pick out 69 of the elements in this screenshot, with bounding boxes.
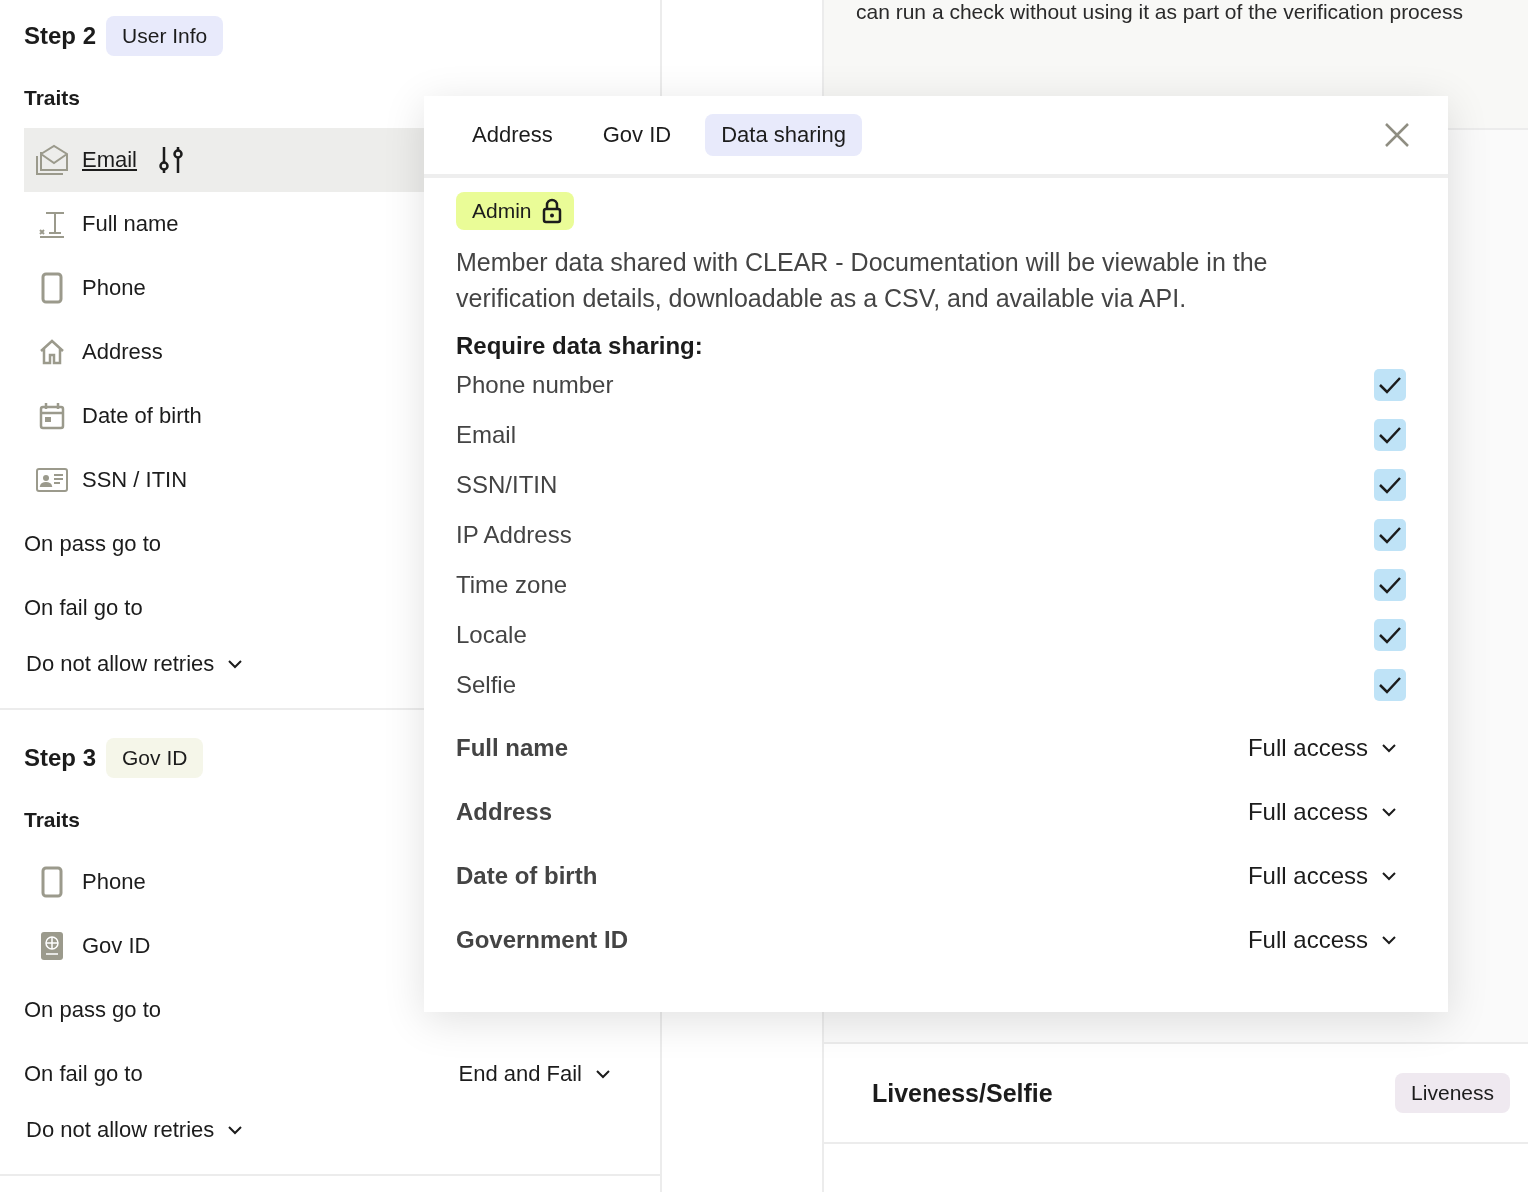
checkbox[interactable] — [1374, 419, 1406, 451]
sliders-icon[interactable] — [157, 145, 185, 175]
checkbox-label: Locale — [456, 621, 527, 649]
calendar-icon — [39, 402, 65, 430]
check-icon — [1379, 676, 1401, 694]
checkbox-label: Selfie — [456, 671, 517, 699]
retries-select[interactable]: Do not allow retries — [24, 640, 245, 688]
flow-label: On pass go to — [24, 997, 161, 1023]
id-card-icon — [36, 468, 68, 492]
house-icon — [38, 339, 66, 365]
field-label: Government ID — [456, 926, 629, 954]
check-card[interactable]: Liveness/Selfie Liveness — [824, 1044, 1528, 1144]
chevron-down-icon — [1382, 935, 1396, 945]
checkbox[interactable] — [1374, 669, 1406, 701]
flow-label: On fail go to — [24, 595, 143, 621]
checkbox[interactable] — [1374, 619, 1406, 651]
check-tag: Liveness — [1395, 1073, 1510, 1113]
step-tag: User Info — [106, 16, 224, 56]
close-button[interactable] — [1384, 122, 1410, 148]
checkbox[interactable] — [1374, 519, 1406, 551]
checkbox-label: Time zone — [456, 571, 568, 599]
description-text: can run a check without using it as part of the verification process — [856, 0, 1464, 24]
check-icon — [1379, 526, 1401, 544]
field-label: Date of birth — [456, 862, 598, 890]
text-icon — [38, 210, 66, 238]
chevron-down-icon — [1382, 807, 1396, 817]
check-icon — [1379, 426, 1401, 444]
access-select[interactable]: Full access — [1245, 862, 1398, 890]
card-title: Liveness/Selfie — [872, 1078, 1053, 1108]
chevron-down-icon — [596, 1069, 610, 1079]
dialog-description: Member data shared with CLEAR - Documentation will be viewable in the verification details, downloadable as a CSV, and available via API. — [456, 247, 1269, 314]
envelope-icon — [35, 144, 69, 176]
fail-step-select[interactable]: End and Fail — [456, 1061, 612, 1087]
close-icon — [1384, 122, 1410, 148]
lock-icon — [541, 198, 562, 224]
checkbox-label: IP Address — [456, 521, 572, 549]
flow-label: On pass go to — [24, 531, 161, 557]
check-icon — [1379, 626, 1401, 644]
section-heading: Traits — [24, 808, 81, 832]
check-icon — [1379, 576, 1401, 594]
section-heading: Require data sharing: — [456, 332, 704, 360]
section-heading: Traits — [24, 86, 81, 110]
checkbox[interactable] — [1374, 469, 1406, 501]
step-title: Step 3 — [24, 744, 97, 772]
checkbox-label: SSN/ITIN — [456, 471, 558, 499]
checkbox[interactable] — [1374, 369, 1406, 401]
checkbox-label: Email — [456, 421, 516, 449]
step-tag: Gov ID — [106, 738, 204, 778]
check-icon — [1379, 476, 1401, 494]
checkbox-label: Phone number — [456, 371, 614, 399]
chevron-down-icon — [1382, 871, 1396, 881]
passport-icon — [40, 931, 64, 961]
admin-tag: Admin — [456, 192, 574, 230]
field-label: Address — [456, 798, 553, 826]
chevron-down-icon — [228, 1125, 243, 1135]
access-select[interactable]: Full access — [1245, 926, 1398, 954]
access-select[interactable]: Full access — [1245, 734, 1398, 762]
phone-icon — [41, 272, 63, 304]
field-label: Full name — [456, 734, 569, 762]
check-icon — [1379, 376, 1401, 394]
dialog-tab[interactable]: Data sharing — [705, 114, 862, 156]
step-title: Step 2 — [24, 22, 97, 50]
flow-label: On fail go to — [24, 1061, 143, 1087]
access-select[interactable]: Full access — [1245, 798, 1398, 826]
checkbox[interactable] — [1374, 569, 1406, 601]
retries-select[interactable]: Do not allow retries — [24, 1106, 245, 1154]
phone-icon — [41, 866, 63, 898]
chevron-down-icon — [1382, 743, 1396, 753]
chevron-down-icon — [228, 659, 243, 669]
